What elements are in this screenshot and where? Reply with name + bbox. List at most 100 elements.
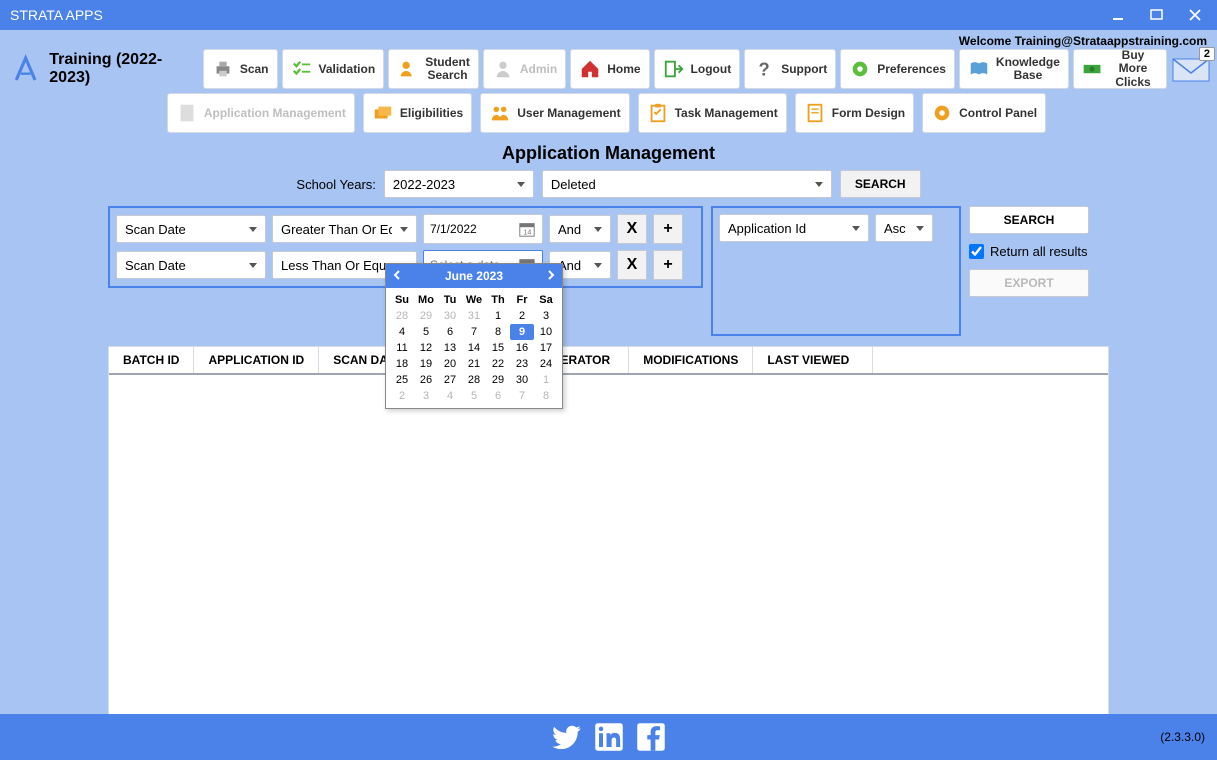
checklist-icon [291, 58, 313, 80]
calendar-day[interactable]: 18 [390, 356, 414, 372]
linkedin-icon[interactable] [594, 722, 624, 752]
calendar-day[interactable]: 27 [438, 372, 462, 388]
calendar-day[interactable]: 24 [534, 356, 558, 372]
calendar-day[interactable]: 6 [486, 388, 510, 404]
calendar-day[interactable]: 8 [486, 324, 510, 340]
logout-button[interactable]: Logout [654, 49, 741, 89]
calendar-next-button[interactable] [546, 269, 556, 283]
calendar-day[interactable]: 3 [534, 308, 558, 324]
notifications-button[interactable]: 2 [1171, 55, 1211, 83]
titlebar: STRATA APPS [0, 0, 1217, 30]
calendar-day[interactable]: 20 [438, 356, 462, 372]
chevron-down-icon [916, 226, 924, 231]
column-header[interactable]: MODIFICATIONS [629, 347, 753, 373]
sort-direction-select[interactable]: Asc [875, 214, 933, 242]
calendar-day[interactable]: 31 [462, 308, 486, 324]
calendar-icon[interactable]: 14 [518, 220, 536, 238]
remove-filter-button[interactable]: X [617, 250, 647, 280]
buy-more-clicks-button[interactable]: Buy More Clicks [1073, 49, 1167, 89]
calendar-day[interactable]: 1 [534, 372, 558, 388]
minimize-button[interactable] [1107, 6, 1131, 24]
calendar-day[interactable]: 28 [462, 372, 486, 388]
column-header[interactable]: APPLICATION ID [194, 347, 319, 373]
calendar-day[interactable]: 30 [510, 372, 534, 388]
calendar-day[interactable]: 23 [510, 356, 534, 372]
calendar-day[interactable]: 4 [390, 324, 414, 340]
scan-button[interactable]: Scan [203, 49, 278, 89]
calendar-day[interactable]: 10 [534, 324, 558, 340]
form-design-tab[interactable]: Form Design [795, 93, 914, 133]
calendar-day[interactable]: 21 [462, 356, 486, 372]
twitter-icon[interactable] [552, 722, 582, 752]
remove-filter-button[interactable]: X [617, 214, 647, 244]
calendar-day[interactable]: 19 [414, 356, 438, 372]
calendar-day[interactable]: 14 [462, 340, 486, 356]
chevron-down-icon [852, 226, 860, 231]
filter-date-input[interactable]: 14 [423, 214, 543, 244]
calendar-prev-button[interactable] [392, 269, 402, 283]
admin-button[interactable]: Admin [483, 49, 566, 89]
status-select[interactable]: Deleted [542, 170, 832, 198]
top-search-button[interactable]: SEARCH [840, 170, 921, 198]
return-all-checkbox[interactable] [969, 244, 984, 259]
facebook-icon[interactable] [636, 722, 666, 752]
calendar-day[interactable]: 12 [414, 340, 438, 356]
home-button[interactable]: Home [570, 49, 649, 89]
calendar-day[interactable]: 22 [486, 356, 510, 372]
calendar-day[interactable]: 2 [510, 308, 534, 324]
filter-operator-select[interactable]: Greater Than Or Equal [272, 215, 417, 243]
page-title: Application Management [0, 143, 1217, 164]
maximize-button[interactable] [1145, 6, 1169, 24]
column-header[interactable]: LAST VIEWED [753, 347, 873, 373]
preferences-button[interactable]: Preferences [840, 49, 955, 89]
eligibilities-tab[interactable]: Eligibilities [363, 93, 472, 133]
calendar-day[interactable]: 5 [462, 388, 486, 404]
calendar-day[interactable]: 9 [510, 324, 534, 340]
calendar-day[interactable]: 25 [390, 372, 414, 388]
sort-field-select[interactable]: Application Id [719, 214, 869, 242]
calendar-day[interactable]: 6 [438, 324, 462, 340]
filter-field-select[interactable]: Scan Date [116, 251, 266, 279]
calendar-day[interactable]: 7 [510, 388, 534, 404]
calendar-day[interactable]: 17 [534, 340, 558, 356]
calendar-day[interactable]: 5 [414, 324, 438, 340]
validation-button[interactable]: Validation [282, 49, 385, 89]
calendar-day[interactable]: 16 [510, 340, 534, 356]
knowledge-base-button[interactable]: Knowledge Base [959, 49, 1069, 89]
calendar-day[interactable]: 8 [534, 388, 558, 404]
column-header[interactable]: BATCH ID [109, 347, 194, 373]
calendar-day[interactable]: 3 [414, 388, 438, 404]
return-all-checkbox-row[interactable]: Return all results [969, 244, 1109, 259]
user-management-tab[interactable]: User Management [480, 93, 629, 133]
close-button[interactable] [1183, 6, 1207, 24]
search-button[interactable]: SEARCH [969, 206, 1089, 234]
calendar-day[interactable]: 2 [390, 388, 414, 404]
date-field[interactable] [430, 222, 508, 236]
control-panel-tab[interactable]: Control Panel [922, 93, 1046, 133]
book-icon [968, 58, 990, 80]
calendar-day[interactable]: 13 [438, 340, 462, 356]
calendar-day[interactable]: 26 [414, 372, 438, 388]
export-button[interactable]: EXPORT [969, 269, 1089, 297]
calendar-day[interactable]: 7 [462, 324, 486, 340]
calendar-day[interactable]: 29 [414, 308, 438, 324]
calendar-day[interactable]: 4 [438, 388, 462, 404]
calendar-day[interactable]: 1 [486, 308, 510, 324]
clipboard-icon [647, 102, 669, 124]
application-management-tab[interactable]: Application Management [167, 93, 355, 133]
school-year-select[interactable]: 2022-2023 [384, 170, 534, 198]
support-button[interactable]: ? Support [744, 49, 836, 89]
filter-conjunction-select[interactable]: And [549, 215, 611, 243]
calendar-day[interactable]: 11 [390, 340, 414, 356]
student-search-button[interactable]: Student Search [388, 49, 479, 89]
add-filter-button[interactable]: + [653, 214, 683, 244]
calendar-day[interactable]: 28 [390, 308, 414, 324]
add-filter-button[interactable]: + [653, 250, 683, 280]
form-icon [804, 102, 826, 124]
question-icon: ? [753, 58, 775, 80]
task-management-tab[interactable]: Task Management [638, 93, 787, 133]
calendar-day[interactable]: 15 [486, 340, 510, 356]
filter-field-select[interactable]: Scan Date [116, 215, 266, 243]
calendar-day[interactable]: 30 [438, 308, 462, 324]
calendar-day[interactable]: 29 [486, 372, 510, 388]
